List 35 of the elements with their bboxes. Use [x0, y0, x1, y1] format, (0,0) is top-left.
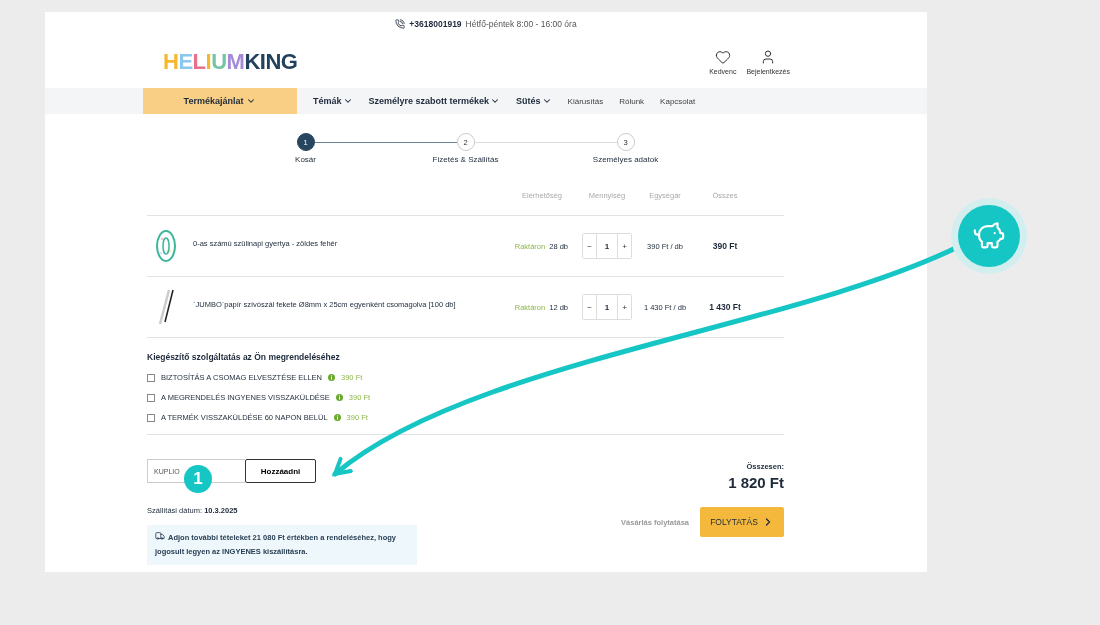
- products-menu-button[interactable]: Termékajánlat: [143, 88, 297, 114]
- info-icon: [328, 374, 336, 381]
- step-label: Fizetés & Szállítás: [432, 155, 499, 164]
- extras-title: Kiegészítő szolgáltatás az Ön megrendeléséhez: [147, 352, 341, 362]
- chevron-down-icon: [246, 96, 257, 106]
- nav-link[interactable]: Kapcsolat: [660, 88, 696, 114]
- info-icon: [333, 414, 341, 421]
- info-icon: [335, 394, 343, 401]
- chevron-down-icon: [490, 96, 501, 106]
- phone-icon: [395, 18, 406, 29]
- chevron-down-icon: [541, 96, 552, 106]
- nav-link[interactable]: Témák: [313, 88, 353, 114]
- phone-number: +3618001919: [409, 18, 462, 29]
- chevron-down-icon: [342, 96, 353, 106]
- step-label: Kosár: [295, 155, 316, 164]
- quantity-stepper[interactable]: − 1 +: [582, 294, 632, 320]
- checkbox[interactable]: [147, 373, 155, 382]
- line-total: 1 430 Ft: [708, 302, 742, 312]
- checkbox[interactable]: [147, 413, 155, 422]
- nav-link[interactable]: Sütés: [516, 88, 552, 114]
- checkbox[interactable]: [147, 393, 155, 402]
- number-zero-candle-drawing: [155, 229, 177, 263]
- checkout-button[interactable]: FOLYTATÁS: [700, 507, 784, 537]
- nav-link[interactable]: Személyre szabott termékek: [368, 88, 501, 114]
- quantity-stepper[interactable]: − 1 +: [582, 233, 632, 259]
- order-total: 1 820 Ft: [728, 474, 784, 491]
- opening-hours: Hétfő-péntek 8:00 - 16:00 óra: [465, 18, 577, 29]
- heart-icon: [714, 48, 731, 65]
- logo: HELIUMKING: [163, 48, 298, 75]
- line-total: 390 Ft: [711, 241, 739, 251]
- nav-link[interactable]: Rólunk: [619, 88, 645, 114]
- truck-icon: [155, 531, 165, 541]
- step-label: Személyes adatok: [592, 155, 659, 164]
- nav-link[interactable]: Kiárusítás: [567, 88, 604, 114]
- add-coupon-button[interactable]: Hozzáadni: [245, 459, 316, 483]
